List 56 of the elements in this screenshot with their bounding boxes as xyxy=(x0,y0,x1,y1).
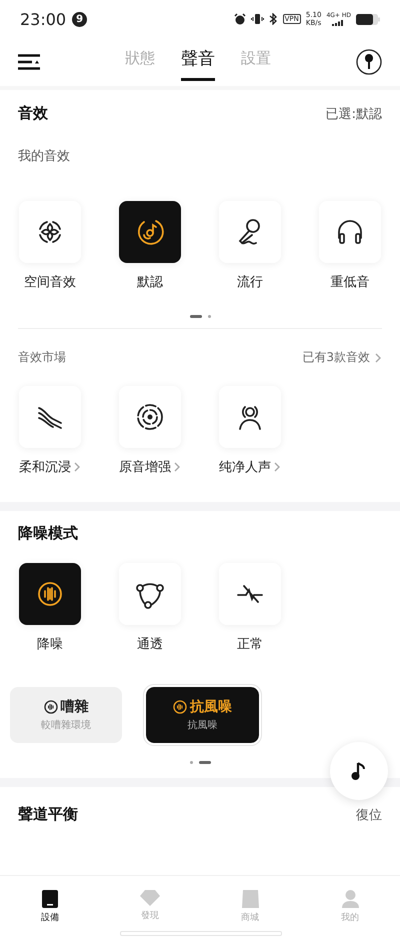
effect-tile[interactable] xyxy=(119,386,181,448)
scene-title: 嘈雜 xyxy=(60,698,88,716)
nav-item[interactable]: 設備 xyxy=(20,890,80,938)
notification-badge: 9 xyxy=(72,12,88,26)
effect-label: 空间音效 xyxy=(24,274,76,291)
scene-subtitle: 較嘈雜環境 xyxy=(41,718,91,732)
chevron-icon xyxy=(374,352,382,362)
chevron-icon xyxy=(73,462,81,472)
music-note-icon xyxy=(351,761,367,781)
reset-link[interactable]: 復位 xyxy=(356,806,382,824)
effect-tile[interactable] xyxy=(219,386,281,448)
vibrate-icon xyxy=(250,13,264,25)
sound-wave-icon xyxy=(173,700,187,714)
battery-icon xyxy=(356,14,380,24)
bluetooth-icon xyxy=(268,13,278,25)
effects-count-link[interactable]: 已有3款音效 xyxy=(302,349,370,366)
effect-tile[interactable] xyxy=(19,201,81,263)
section-title: 聲道平衡 xyxy=(18,805,78,824)
effect-label: 纯净人声 xyxy=(219,459,271,476)
subsection-title: 音效市場 xyxy=(18,349,66,366)
scene-card[interactable]: 抗風噪 抗風噪 xyxy=(146,687,259,743)
effect-label: 通透 xyxy=(137,636,163,653)
alarm-icon xyxy=(234,13,246,25)
effect-label: 重低音 xyxy=(330,274,370,291)
effect-tile[interactable] xyxy=(119,563,181,625)
subsection-title: 我的音效 xyxy=(18,149,70,164)
effect-label: 原音增强 xyxy=(119,459,171,476)
person-icon xyxy=(342,890,358,908)
scene-title: 抗風噪 xyxy=(190,698,232,716)
effect-label: 柔和沉浸 xyxy=(19,459,71,476)
chevron-icon xyxy=(173,462,181,472)
effect-tile[interactable] xyxy=(319,201,381,263)
effect-tile[interactable] xyxy=(19,386,81,448)
sound-wave-icon xyxy=(44,700,58,714)
menu-icon[interactable] xyxy=(18,54,40,70)
diamond-icon xyxy=(140,890,160,906)
effect-label: 降噪 xyxy=(37,636,63,653)
effect-tile[interactable] xyxy=(219,563,281,625)
bag-icon xyxy=(242,890,258,908)
effect-tile[interactable] xyxy=(19,563,81,625)
clock: 23:00 xyxy=(20,10,66,28)
target-icon xyxy=(134,401,166,433)
chevron-icon xyxy=(273,462,281,472)
selected-effect: 已選:默認 xyxy=(326,106,382,122)
earbud-icon[interactable] xyxy=(356,49,382,75)
section-title: 音效 xyxy=(18,104,48,123)
effect-label: 默認 xyxy=(137,274,163,291)
effect-label: 正常 xyxy=(237,636,263,653)
scene-subtitle: 抗風噪 xyxy=(188,718,218,732)
scene-card[interactable]: 嘈雜 較嘈雜環境 xyxy=(10,687,122,743)
tab[interactable]: 聲音 xyxy=(181,43,215,81)
effect-tile[interactable] xyxy=(219,201,281,263)
effect-tile[interactable] xyxy=(119,201,181,263)
section-title: 降噪模式 xyxy=(18,524,78,542)
device-icon xyxy=(42,890,58,908)
effect-label: 流行 xyxy=(237,274,263,291)
